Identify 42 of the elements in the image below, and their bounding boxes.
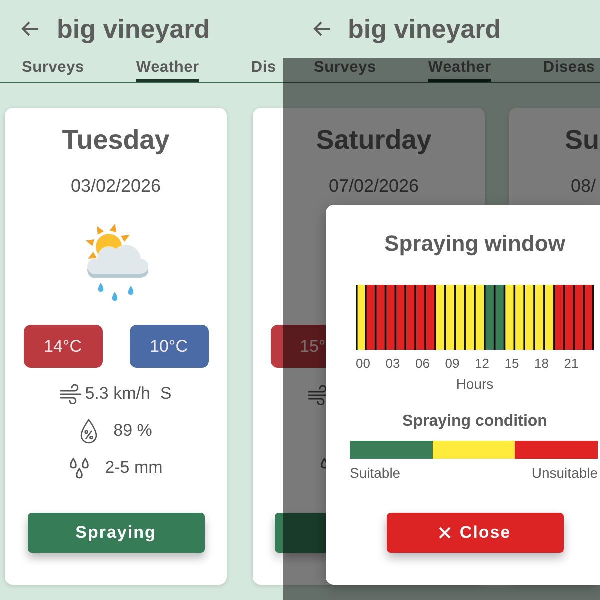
hour-label: 15 [504,356,520,371]
back-arrow-icon[interactable] [21,21,39,37]
hour-label: 18 [534,356,549,371]
screen-title: big vineyard [348,13,502,45]
legend-label: Unsuitable [532,465,598,481]
precipitation-text: 2-5 mm [105,458,163,478]
tab[interactable]: Surveys [22,58,84,82]
close-icon [438,527,451,539]
wind-speed-text: 5.3 km/h [85,384,150,404]
spraying-button[interactable]: Spraying [28,513,204,553]
tab[interactable]: Diseas [543,58,596,82]
date-text: 08/ [571,175,596,197]
legend-label: Suitable [350,465,401,481]
tab[interactable]: Dis [251,58,276,82]
date-text: 03/02/2026 [70,175,162,197]
hour-label: 06 [416,356,430,371]
screen-title: big vineyard [57,13,210,45]
tab[interactable]: Surveys [314,58,376,82]
max-temperature-chip: 14°C [24,325,102,368]
min-temperature-chip: 10°C [130,325,208,368]
hour-label: 09 [445,356,460,371]
hour-label: 03 [386,356,400,371]
date-text: 07/02/2026 [328,175,420,197]
humidity-text: 89 % [114,421,152,441]
hour-label: 12 [475,356,490,371]
back-arrow-icon[interactable] [313,21,331,37]
tab[interactable]: Weather [136,58,200,82]
wind-icon [60,384,84,404]
tab[interactable]: Weather [428,58,492,82]
dialog-title: Spraying window [384,231,566,257]
day-title: Saturday [316,125,432,155]
max-temperature-chip [271,325,283,368]
raindrops-icon [69,457,90,479]
wind-direction-text: S [160,384,172,404]
day-title: Su [565,125,600,155]
sun-cloud-rain-icon [84,222,148,303]
hour-label: 21 [564,356,579,371]
close-button[interactable]: Close [386,513,564,553]
axis-label: Hours [456,376,494,392]
day-title: Tuesday [62,125,170,155]
legend-title: Spraying condition [402,412,548,431]
humidity-icon [80,418,98,444]
